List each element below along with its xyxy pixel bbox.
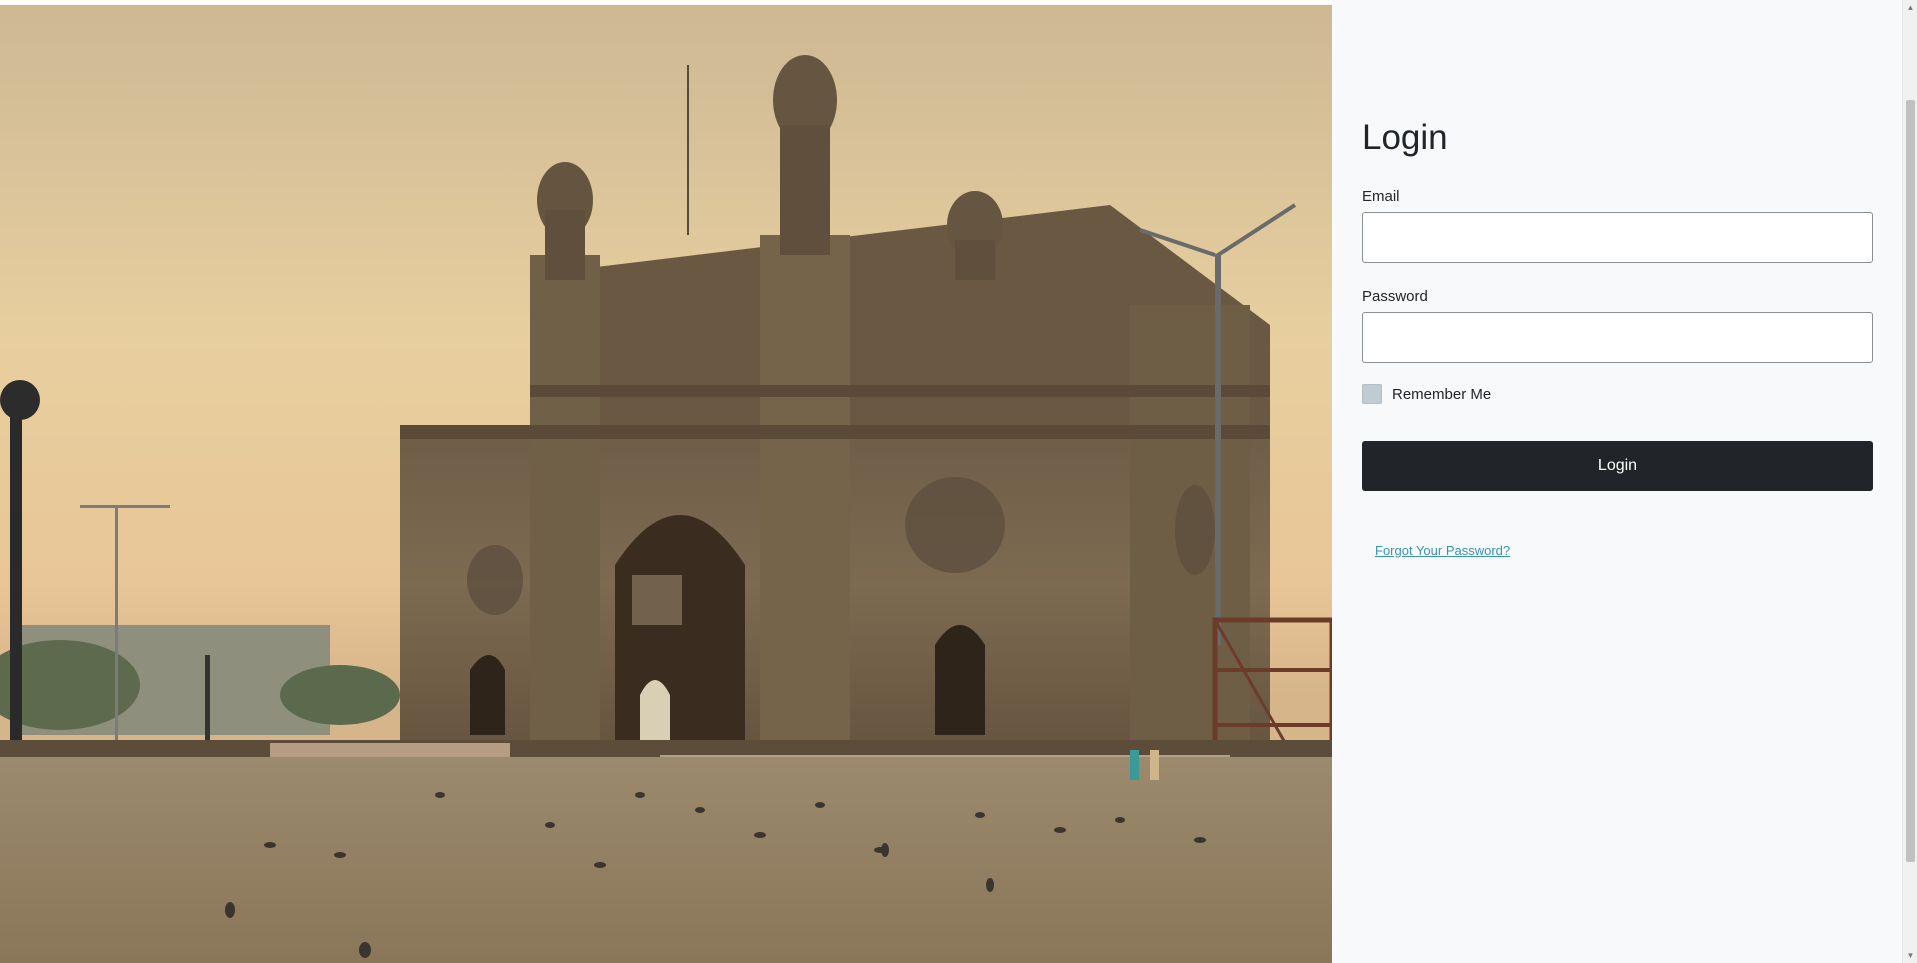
scroll-down-arrow-icon[interactable]: ▼ (1903, 948, 1917, 963)
remember-me-row[interactable]: Remember Me (1362, 384, 1491, 404)
login-panel: Login Email Password Remember Me Login F… (1332, 0, 1902, 963)
remember-me-label[interactable]: Remember Me (1392, 386, 1491, 403)
email-field[interactable] (1362, 212, 1873, 263)
password-field[interactable] (1362, 312, 1873, 363)
password-label: Password (1362, 288, 1428, 305)
page-title: Login (1362, 118, 1448, 157)
vertical-scrollbar[interactable]: ▲ ▼ (1902, 0, 1917, 963)
hero-image (0, 5, 1332, 963)
gateway-photo-icon (0, 5, 1332, 963)
forgot-password-link[interactable]: Forgot Your Password? (1375, 543, 1510, 558)
login-button[interactable]: Login (1362, 441, 1873, 491)
email-label: Email (1362, 188, 1400, 205)
remember-me-checkbox[interactable] (1362, 384, 1382, 404)
login-page: Login Email Password Remember Me Login F… (0, 0, 1917, 963)
scroll-up-arrow-icon[interactable]: ▲ (1903, 0, 1917, 15)
scrollbar-thumb[interactable] (1906, 100, 1915, 862)
